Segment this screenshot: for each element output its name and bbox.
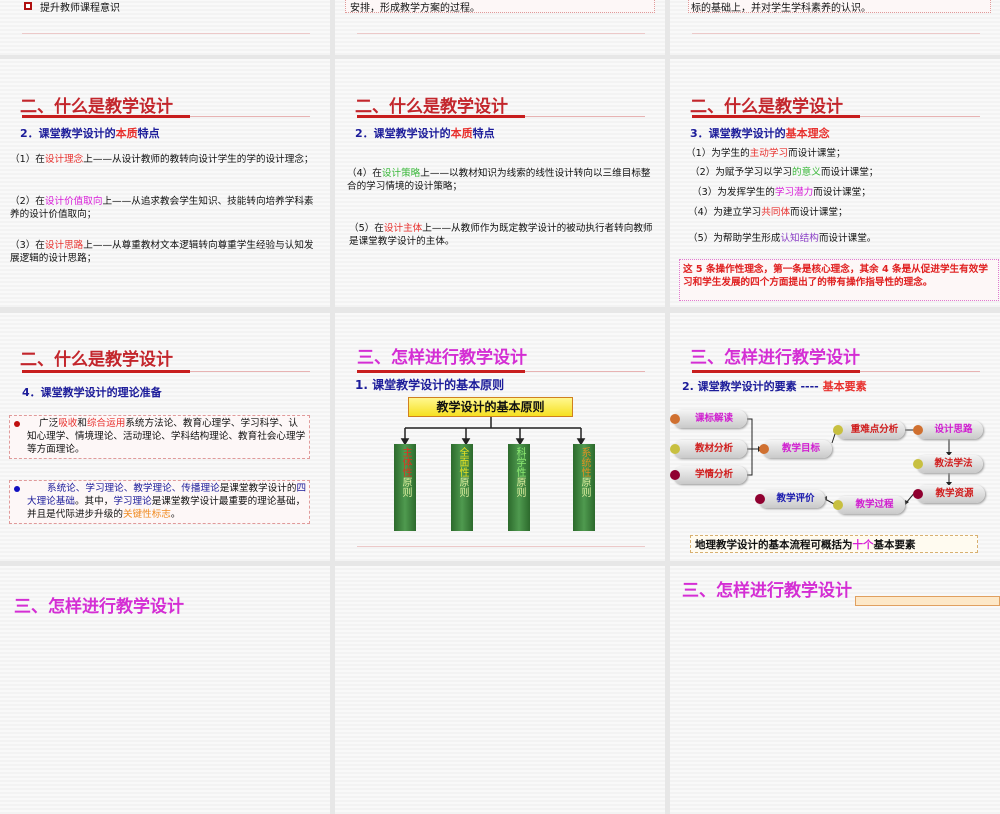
slide-thumbnail[interactable]: 三、怎样进行教学设计 2. 课堂教学设计的要素 ---- 基本要素 课标解读 教… <box>670 313 1000 561</box>
slide-title: 三、怎样进行教学设计 <box>682 581 852 601</box>
text-box: 标的基础上，并对学生学科素养的认识。 <box>688 0 991 14</box>
title-rule <box>190 371 310 372</box>
slide-title: 三、怎样进行教学设计 <box>14 597 184 617</box>
paragraph: 广泛吸收和综合运用系统方法论、教育心理学、学习科学、认知心理学、情境理论、活动理… <box>27 418 306 455</box>
flow-node: 设计思路 <box>913 421 983 439</box>
slide-title: 二、什么是教学设计 <box>355 97 508 117</box>
slide-title: 二、什么是教学设计 <box>20 350 173 370</box>
list-item: （4）为建立学习共同体而设计课堂； <box>688 207 848 218</box>
slide-thumbnail[interactable]: 三、怎样进行教学设计 1. 课堂教学设计的基本原则 教学设计的基本原则 主体性原… <box>335 313 665 561</box>
slide-thumbnail[interactable]: 三、怎样进行教学设计 <box>0 566 330 814</box>
flow-node: 教学目标 <box>759 440 832 458</box>
note-box: 地理教学设计的基本流程可概括为十个基本要素 <box>690 535 978 553</box>
list-item: （1）为学生的主动学习而设计课堂； <box>686 148 846 159</box>
subtitle-text: 2．课堂教学设计的 <box>20 127 116 140</box>
slide-thumbnail[interactable] <box>335 566 665 814</box>
divider <box>22 33 310 34</box>
slide-subtitle: 4．课堂教学设计的理论准备 <box>22 386 162 399</box>
slide-subtitle: 2．课堂教学设计的本质特点 <box>355 127 495 140</box>
flow-node: 教学资源 <box>913 485 985 503</box>
flow-node: 教学评价 <box>755 490 825 508</box>
flow-node: 教材分析 <box>670 440 747 458</box>
text-box: 安排，形成教学方案的过程。 <box>345 0 655 14</box>
flow-node: 教学过程 <box>833 496 905 514</box>
list-item: （3）在设计思路上——从尊重教材文本逻辑转向尊重学生经验与认知发展逻辑的设计思路… <box>10 240 314 264</box>
divider <box>357 33 645 34</box>
box-text: 安排，形成教学方案的过程。 <box>350 3 480 14</box>
text-box <box>855 596 1000 606</box>
text-box: 广泛吸收和综合运用系统方法论、教育心理学、学习科学、认知心理学、情境理论、活动理… <box>9 415 310 459</box>
slide-thumbnail[interactable]: 二、什么是教学设计 4．课堂教学设计的理论准备 广泛吸收和综合运用系统方法论、教… <box>0 313 330 561</box>
bullet-text: 提升教师课程意识 <box>40 3 120 14</box>
list-item: （1）在设计理念上——从设计教师的教转向设计学生的学的设计理念； <box>10 154 314 165</box>
subtitle-highlight: 本质 <box>115 127 138 140</box>
title-underline <box>22 115 190 118</box>
subtitle-text: 特点 <box>137 127 160 140</box>
list-item: （3）为发挥学生的学习潜力而设计课堂； <box>692 187 871 198</box>
divider <box>357 546 645 547</box>
connector-lines <box>400 417 586 446</box>
title-rule <box>860 116 980 117</box>
slide-subtitle: 3．课堂教学设计的基本理念 <box>690 127 830 140</box>
slide-thumbnail[interactable]: 三、怎样进行教学设计 <box>670 566 1000 814</box>
title-underline <box>692 115 860 118</box>
bullet-icon <box>14 421 20 427</box>
box-text: 标的基础上，并对学生学科素养的认识。 <box>691 3 871 14</box>
list-item: （2）为赋予学习以学习的意义而设计课堂； <box>690 167 879 178</box>
list-item: （4）在设计策略上——以教材知识为线索的线性设计转向以三维目标整合的学习情境的设… <box>347 168 651 192</box>
principle-bar: 主体性原则 <box>394 444 416 531</box>
principle-bar: 全面性原则 <box>451 444 473 531</box>
title-rule <box>190 116 310 117</box>
slide-subtitle: 2．课堂教学设计的本质特点 <box>20 125 160 141</box>
list-item: （5）为帮助学生形成认知结构而设计课堂。 <box>688 233 877 244</box>
note-box: 这 5 条操作性理念，第一条是核心理念，其余 4 条是从促进学生有效学习和学生发… <box>679 259 999 301</box>
principle-bar: 系统性原则 <box>573 444 595 531</box>
bullet-icon <box>24 2 32 10</box>
flow-node: 教法学法 <box>913 455 983 473</box>
list-item: （2）在设计价值取向上——从追求教会学生知识、技能转向培养学科素养的设计价值取向… <box>10 196 314 220</box>
divider <box>692 33 980 34</box>
flow-node: 学情分析 <box>670 466 747 484</box>
slide-thumbnail[interactable]: 二、什么是教学设计 2．课堂教学设计的本质特点 （1）在设计理念上——从设计教师… <box>0 59 330 307</box>
title-underline <box>357 115 525 118</box>
slide-thumbnail[interactable]: 标的基础上，并对学生学科素养的认识。 <box>670 0 1000 55</box>
title-underline <box>22 370 190 373</box>
title-rule <box>525 116 645 117</box>
slide-title: 二、什么是教学设计 <box>690 97 843 117</box>
note-text: 这 5 条操作性理念，第一条是核心理念，其余 4 条是从促进学生有效学习和学生发… <box>683 264 988 288</box>
principle-bar: 科学性原则 <box>508 444 530 531</box>
slide-thumbnail[interactable]: 二、什么是教学设计 3．课堂教学设计的基本理念 （1）为学生的主动学习而设计课堂… <box>670 59 1000 307</box>
slide-title: 二、什么是教学设计 <box>20 97 173 117</box>
slide-thumbnail[interactable]: 提升教师课程意识 <box>0 0 330 55</box>
bullet-icon <box>14 486 20 492</box>
list-item: （5）在设计主体上——从教师作为既定教学设计的被动执行者转向教师是课堂教学设计的… <box>349 223 653 247</box>
flow-node: 课标解读 <box>670 410 747 428</box>
note-text: 地理教学设计的基本流程可概括为十个基本要素 <box>695 539 916 551</box>
paragraph: 系统论、学习理论、教学理论、传播理论是课堂教学设计的四大理论基础。其中，学习理论… <box>27 483 307 520</box>
slide-thumbnail[interactable]: 安排，形成教学方案的过程。 <box>335 0 665 55</box>
flow-node: 重难点分析 <box>833 421 905 439</box>
slide-thumbnail[interactable]: 二、什么是教学设计 2．课堂教学设计的本质特点 （4）在设计策略上——以教材知识… <box>335 59 665 307</box>
text-box: 系统论、学习理论、教学理论、传播理论是课堂教学设计的四大理论基础。其中，学习理论… <box>9 480 310 524</box>
